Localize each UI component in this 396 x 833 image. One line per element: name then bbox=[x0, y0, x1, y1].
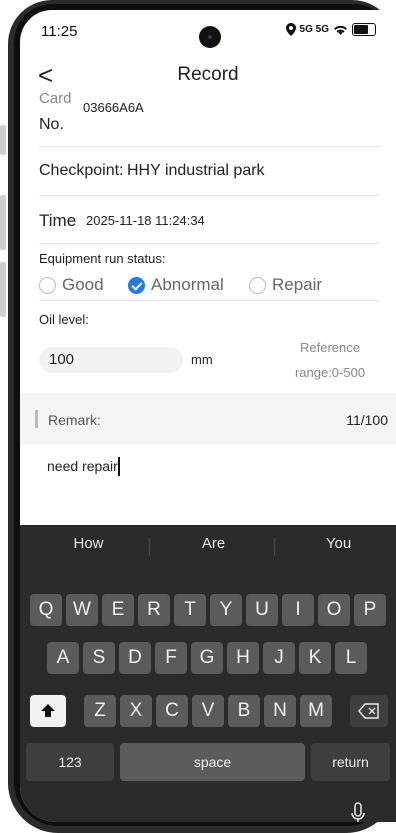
oil-unit: mm bbox=[191, 352, 213, 367]
radio-circle-icon bbox=[39, 276, 56, 294]
reference-range: range:0-500 bbox=[294, 365, 366, 380]
key-m[interactable]: M bbox=[300, 695, 332, 727]
card-no-row: Card No. 03666A6A bbox=[39, 90, 380, 147]
location-icon bbox=[285, 23, 296, 36]
equipment-label: Equipment run status: bbox=[39, 251, 166, 266]
oil-level-input[interactable]: 100 bbox=[39, 347, 183, 373]
suggestion-divider bbox=[149, 538, 150, 556]
key-u[interactable]: U bbox=[246, 594, 278, 626]
remark-label: Remark: bbox=[48, 412, 101, 428]
remark-textarea[interactable]: need repair bbox=[20, 445, 396, 525]
key-j[interactable]: J bbox=[263, 642, 295, 674]
remark-text: need repair bbox=[47, 458, 118, 474]
battery-icon bbox=[352, 23, 376, 36]
status-bar: 11:25 5G 5G bbox=[20, 10, 396, 54]
key-i[interactable]: I bbox=[282, 594, 314, 626]
card-label-top: Card bbox=[39, 90, 72, 107]
key-e[interactable]: E bbox=[102, 594, 134, 626]
key-h[interactable]: H bbox=[227, 642, 259, 674]
page-title: Record bbox=[177, 64, 239, 85]
remark-header: Remark: 11/100 bbox=[20, 393, 396, 445]
screen: 11:25 5G 5G < Record Card No. 03666A6A C… bbox=[20, 10, 396, 822]
text-cursor bbox=[118, 457, 120, 476]
time-row: Time 2025-11-18 11:24:34 bbox=[39, 195, 380, 244]
key-g[interactable]: G bbox=[191, 642, 223, 674]
checkpoint-label: Checkpoint: bbox=[39, 162, 124, 179]
key-a[interactable]: A bbox=[47, 642, 79, 674]
space-key[interactable]: space bbox=[120, 743, 305, 781]
wifi-icon bbox=[334, 25, 347, 35]
key-q[interactable]: Q bbox=[30, 594, 62, 626]
volume-button bbox=[0, 125, 6, 155]
radio-circle-icon bbox=[249, 276, 266, 294]
oil-level-value: 100 bbox=[49, 351, 75, 368]
shift-icon bbox=[41, 704, 55, 717]
key-y[interactable]: Y bbox=[210, 594, 242, 626]
return-key[interactable]: return bbox=[311, 743, 390, 781]
suggestion-2[interactable]: Are bbox=[151, 535, 276, 552]
checkpoint-row: Checkpoint: HHY industrial park bbox=[39, 146, 380, 196]
status-time: 11:25 bbox=[41, 23, 78, 40]
suggestion-divider bbox=[274, 538, 275, 556]
key-p[interactable]: P bbox=[354, 594, 386, 626]
oil-level-label: Oil level: bbox=[39, 312, 89, 327]
key-b[interactable]: B bbox=[228, 695, 260, 727]
card-number: 03666A6A bbox=[83, 100, 144, 115]
key-v[interactable]: V bbox=[192, 695, 224, 727]
keyboard: How Are You Q W E R T Y U I O P A S D F … bbox=[20, 525, 396, 822]
key-f[interactable]: F bbox=[155, 642, 187, 674]
key-z[interactable]: Z bbox=[84, 695, 116, 727]
backspace-icon bbox=[358, 703, 379, 719]
shift-key[interactable] bbox=[30, 695, 66, 727]
equipment-row: Equipment run status: Good Abnormal Repa… bbox=[39, 243, 380, 301]
key-t[interactable]: T bbox=[174, 594, 206, 626]
front-camera bbox=[199, 26, 221, 48]
microphone-icon[interactable] bbox=[350, 802, 366, 822]
time-value: 2025-11-18 11:24:34 bbox=[86, 213, 205, 228]
key-c[interactable]: C bbox=[156, 695, 188, 727]
backspace-key[interactable] bbox=[350, 695, 388, 727]
check-circle-icon bbox=[128, 276, 145, 294]
key-d[interactable]: D bbox=[119, 642, 151, 674]
radio-abnormal[interactable]: Abnormal bbox=[128, 275, 224, 295]
suggestion-3[interactable]: You bbox=[276, 535, 396, 552]
phone-frame: 11:25 5G 5G < Record Card No. 03666A6A C… bbox=[0, 0, 396, 833]
key-x[interactable]: X bbox=[120, 695, 152, 727]
radio-repair-label: Repair bbox=[272, 275, 323, 294]
signal-label: 5G 5G bbox=[299, 24, 329, 35]
key-r[interactable]: R bbox=[138, 594, 170, 626]
checkpoint-value: HHY industrial park bbox=[127, 162, 265, 179]
key-k[interactable]: K bbox=[299, 642, 331, 674]
status-icons: 5G 5G bbox=[285, 23, 376, 36]
status-radio-group: Good Abnormal Repair bbox=[39, 275, 380, 297]
radio-good-label: Good bbox=[62, 275, 104, 294]
card-label-bottom: No. bbox=[39, 116, 64, 133]
remark-accent-bar bbox=[35, 410, 38, 428]
side-button bbox=[0, 262, 6, 317]
remark-char-count: 11/100 bbox=[346, 412, 388, 428]
radio-good[interactable]: Good bbox=[39, 275, 104, 295]
nav-bar: < Record bbox=[20, 60, 396, 94]
side-button bbox=[0, 195, 6, 250]
key-o[interactable]: O bbox=[318, 594, 350, 626]
key-w[interactable]: W bbox=[66, 594, 98, 626]
reference-label: Reference bbox=[300, 340, 360, 355]
key-s[interactable]: S bbox=[83, 642, 115, 674]
key-l[interactable]: L bbox=[335, 642, 367, 674]
key-n[interactable]: N bbox=[264, 695, 296, 727]
time-label: Time bbox=[39, 211, 77, 230]
numbers-key[interactable]: 123 bbox=[26, 743, 114, 781]
suggestion-1[interactable]: How bbox=[26, 535, 151, 552]
radio-repair[interactable]: Repair bbox=[249, 275, 322, 295]
radio-abnormal-label: Abnormal bbox=[151, 275, 224, 294]
